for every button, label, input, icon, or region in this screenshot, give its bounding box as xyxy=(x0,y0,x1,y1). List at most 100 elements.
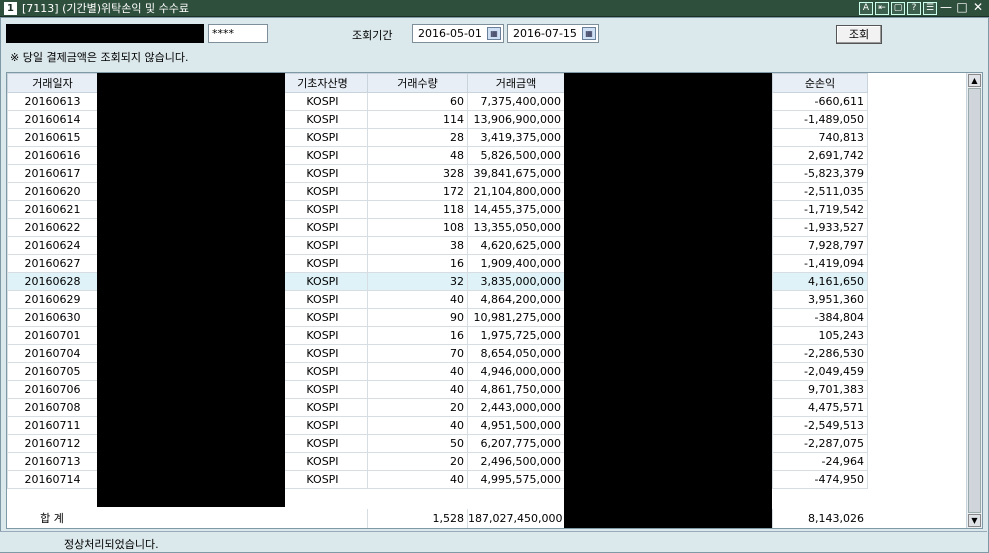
cell-amount: 7,375,400,000 xyxy=(467,92,565,111)
vertical-scrollbar[interactable]: ▲ ▼ xyxy=(966,73,982,528)
cell-pnl: -2,286,530 xyxy=(772,344,868,363)
cell-underlying: KOSPI xyxy=(277,110,368,129)
cell-amount: 4,864,200,000 xyxy=(467,290,565,309)
settlement-note: ※ 당일 결제금액은 조회되지 않습니다. xyxy=(10,51,189,64)
title-bar: 1 [7113] (기간별)위탁손익 및 수수료 A ⇤ ▢ ? ☰ — □ ✕ xyxy=(0,0,989,17)
cell-pnl: 740,813 xyxy=(772,128,868,147)
cell-underlying: KOSPI xyxy=(277,92,368,111)
cell-date: 20160622 xyxy=(7,218,98,237)
cell-underlying: KOSPI xyxy=(277,290,368,309)
cell-underlying: KOSPI xyxy=(277,434,368,453)
cell-qty: 20 xyxy=(367,452,468,471)
scroll-up-arrow-icon[interactable]: ▲ xyxy=(968,74,981,87)
close-button[interactable]: ✕ xyxy=(971,1,985,15)
col-underlying[interactable]: 기초자산명 xyxy=(277,73,368,93)
cell-amount: 2,496,500,000 xyxy=(467,452,565,471)
password-field[interactable]: **** xyxy=(208,24,268,43)
cell-date: 20160620 xyxy=(7,182,98,201)
maximize-button[interactable]: □ xyxy=(955,1,969,15)
total-row: 합 계 1,528 187,027,450,000 8,143,026 xyxy=(7,509,867,528)
cell-pnl: 3,951,360 xyxy=(772,290,868,309)
cell-underlying: KOSPI xyxy=(277,146,368,165)
cell-amount: 1,975,725,000 xyxy=(467,326,565,345)
link-icon[interactable]: ⇤ xyxy=(875,2,889,15)
cell-amount: 4,861,750,000 xyxy=(467,380,565,399)
trade-grid: 거래일자 기초자산명 거래수량 거래금액 순손익 20160613 KOSPI 60… xyxy=(6,72,983,529)
cell-date: 20160706 xyxy=(7,380,98,399)
cell-underlying: KOSPI xyxy=(277,236,368,255)
cell-date: 20160614 xyxy=(7,110,98,129)
cell-amount: 4,946,000,000 xyxy=(467,362,565,381)
scroll-thumb[interactable] xyxy=(968,88,981,513)
cell-qty: 90 xyxy=(367,308,468,327)
cell-underlying: KOSPI xyxy=(277,470,368,489)
cell-qty: 20 xyxy=(367,398,468,417)
cell-underlying: KOSPI xyxy=(277,326,368,345)
cell-underlying: KOSPI xyxy=(277,272,368,291)
cell-pnl: 4,161,650 xyxy=(772,272,868,291)
cell-amount: 4,620,625,000 xyxy=(467,236,565,255)
cell-amount: 4,995,575,000 xyxy=(467,470,565,489)
start-date-input[interactable]: 2016-05-01 ▦ xyxy=(412,24,504,43)
cell-amount: 5,826,500,000 xyxy=(467,146,565,165)
cell-date: 20160708 xyxy=(7,398,98,417)
cell-pnl: -2,549,513 xyxy=(772,416,868,435)
cell-underlying: KOSPI xyxy=(277,344,368,363)
cell-underlying: KOSPI xyxy=(277,416,368,435)
cell-qty: 40 xyxy=(367,470,468,489)
cell-amount: 14,455,375,000 xyxy=(467,200,565,219)
cell-date: 20160713 xyxy=(7,452,98,471)
cell-date: 20160621 xyxy=(7,200,98,219)
end-date-input[interactable]: 2016-07-15 ▦ xyxy=(507,24,599,43)
cell-pnl: -1,719,542 xyxy=(772,200,868,219)
col-qty[interactable]: 거래수량 xyxy=(367,73,468,93)
total-pnl: 8,143,026 xyxy=(772,509,867,528)
cell-pnl: -5,823,379 xyxy=(772,164,868,183)
window-number-badge: 1 xyxy=(4,2,17,15)
help-icon[interactable]: ? xyxy=(907,2,921,15)
cell-date: 20160627 xyxy=(7,254,98,273)
cell-qty: 118 xyxy=(367,200,468,219)
col-amount[interactable]: 거래금액 xyxy=(467,73,565,93)
cell-qty: 40 xyxy=(367,416,468,435)
redacted-block-2 xyxy=(181,73,285,507)
window-controls: A ⇤ ▢ ? ☰ — □ ✕ xyxy=(859,1,985,15)
cell-pnl: -24,964 xyxy=(772,452,868,471)
total-amount: 187,027,450,000 xyxy=(467,509,564,528)
col-pnl[interactable]: 순손익 xyxy=(772,73,868,93)
cell-amount: 13,355,050,000 xyxy=(467,218,565,237)
redacted-account xyxy=(6,24,204,43)
cell-amount: 39,841,675,000 xyxy=(467,164,565,183)
font-size-button[interactable]: A xyxy=(859,2,873,15)
col-date[interactable]: 거래일자 xyxy=(7,73,98,93)
cell-pnl: 4,475,571 xyxy=(772,398,868,417)
query-button[interactable]: 조회 xyxy=(836,25,882,44)
cell-amount: 3,419,375,000 xyxy=(467,128,565,147)
total-label: 합 계 xyxy=(40,512,64,525)
cell-date: 20160616 xyxy=(7,146,98,165)
cell-qty: 16 xyxy=(367,326,468,345)
calendar-icon[interactable]: ▦ xyxy=(582,27,596,40)
cell-amount: 3,835,000,000 xyxy=(467,272,565,291)
cell-qty: 70 xyxy=(367,344,468,363)
cell-date: 20160701 xyxy=(7,326,98,345)
end-date-value: 2016-07-15 xyxy=(513,27,577,40)
minimize-button[interactable]: — xyxy=(939,1,953,15)
menu-icon[interactable]: ☰ xyxy=(923,2,937,15)
cell-pnl: -384,804 xyxy=(772,308,868,327)
cell-qty: 48 xyxy=(367,146,468,165)
cell-pnl: -474,950 xyxy=(772,470,868,489)
scroll-down-arrow-icon[interactable]: ▼ xyxy=(968,514,981,527)
cell-qty: 60 xyxy=(367,92,468,111)
cell-pnl: 9,701,383 xyxy=(772,380,868,399)
cell-qty: 328 xyxy=(367,164,468,183)
cell-qty: 40 xyxy=(367,380,468,399)
cell-underlying: KOSPI xyxy=(277,128,368,147)
copy-icon[interactable]: ▢ xyxy=(891,2,905,15)
cell-pnl: 2,691,742 xyxy=(772,146,868,165)
cell-date: 20160711 xyxy=(7,416,98,435)
cell-qty: 40 xyxy=(367,362,468,381)
cell-pnl: -1,419,094 xyxy=(772,254,868,273)
calendar-icon[interactable]: ▦ xyxy=(487,27,501,40)
cell-pnl: -2,511,035 xyxy=(772,182,868,201)
